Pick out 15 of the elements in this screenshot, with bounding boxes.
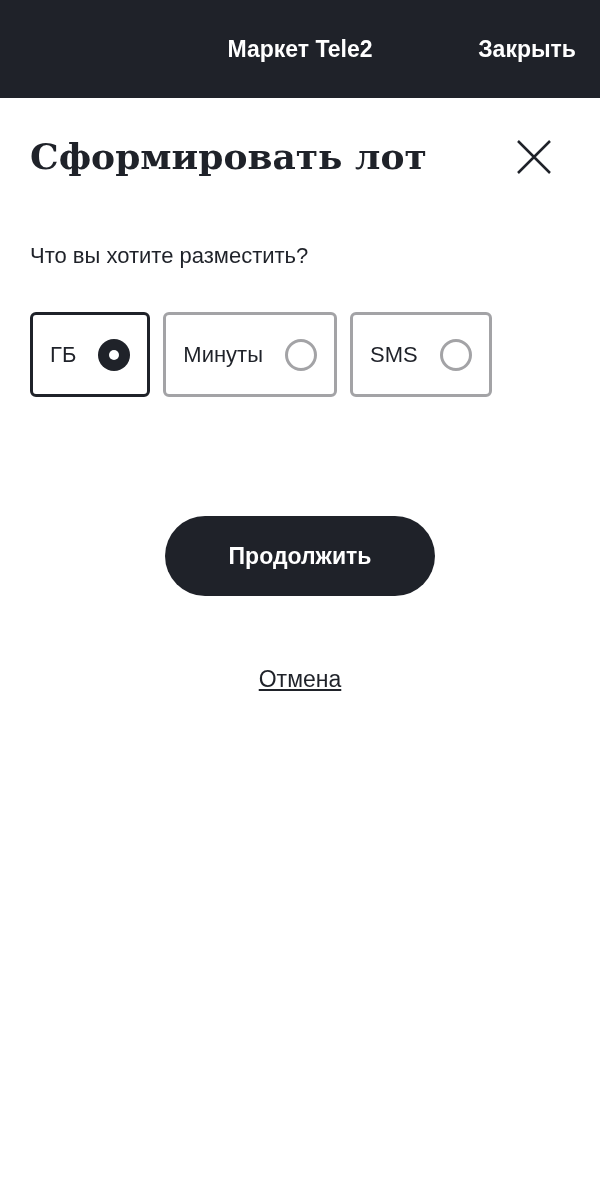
option-card[interactable]: SMS (350, 312, 492, 397)
radio-icon (439, 338, 472, 371)
option-card[interactable]: ГБ (30, 312, 151, 397)
dialog-title: Сформировать лот (30, 134, 427, 179)
radio-icon (98, 338, 131, 371)
close-link[interactable]: Закрыть (478, 31, 576, 67)
option-label: SMS (370, 341, 418, 369)
option-label: Минуты (183, 341, 263, 369)
question-text: Что вы хотите разместить? (30, 242, 310, 270)
option-card[interactable]: Минуты (163, 312, 337, 397)
radio-icon (285, 338, 317, 371)
cancel-link[interactable]: Отмена (258, 662, 342, 697)
app-title: Маркет Tele2 (227, 34, 373, 64)
continue-button[interactable]: Продолжить (165, 516, 435, 596)
option-label: ГБ (50, 341, 77, 369)
